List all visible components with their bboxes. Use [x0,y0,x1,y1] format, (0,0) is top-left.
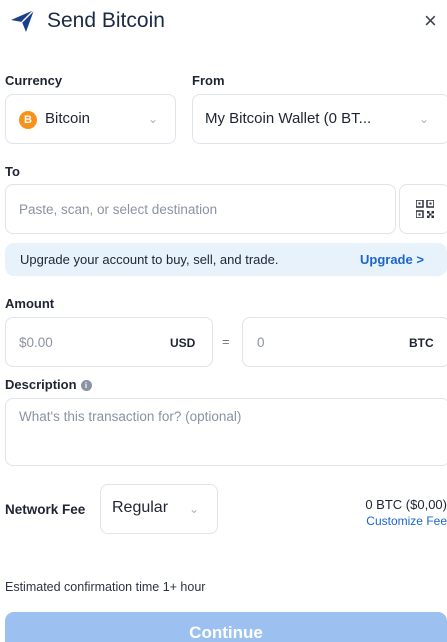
continue-label: Continue [189,623,263,642]
close-icon[interactable]: × [424,9,437,33]
description-placeholder: What's this transaction for? (optional) [19,409,242,424]
btc-amount-input[interactable]: 0 BTC [242,317,447,367]
usd-placeholder: $0.00 [19,335,53,350]
confirmation-estimate: Estimated confirmation time 1+ hour [5,580,206,594]
from-wallet-value: My Bitcoin Wallet (0 BT... [205,110,372,127]
qr-scan-button[interactable] [399,184,447,234]
usd-unit: USD [170,336,196,350]
continue-button[interactable]: Continue [5,612,447,642]
amount-label: Amount [5,296,55,311]
from-label: From [192,73,225,88]
modal-header: Send Bitcoin × [0,0,447,44]
paper-plane-icon [11,9,35,32]
chevron-down-icon: ⌄ [148,112,159,126]
upgrade-link[interactable]: Upgrade > [360,252,424,267]
network-fee-select[interactable]: Regular ⌄ [100,484,218,534]
destination-input[interactable]: Paste, scan, or select destination [5,184,396,234]
usd-amount-input[interactable]: $0.00 USD [5,317,213,367]
bitcoin-icon: B [19,111,37,129]
chevron-down-icon: ⌄ [189,502,200,516]
network-fee-value: Regular [112,499,169,516]
upgrade-banner: Upgrade your account to buy, sell, and t… [5,243,447,276]
from-wallet-select[interactable]: My Bitcoin Wallet (0 BT... ⌄ [192,94,447,144]
btc-placeholder: 0 [257,335,265,350]
currency-value: Bitcoin [45,110,91,127]
description-textarea[interactable]: What's this transaction for? (optional) [5,398,447,466]
upgrade-message: Upgrade your account to buy, sell, and t… [20,252,279,267]
chevron-down-icon: ⌄ [419,112,430,126]
customize-fee-link[interactable]: Customize Fee [366,514,447,528]
currency-label: Currency [5,73,63,88]
qr-code-icon [416,200,434,218]
page-title: Send Bitcoin [47,9,165,32]
destination-placeholder: Paste, scan, or select destination [19,202,218,217]
description-label-text: Description [5,377,77,392]
to-label: To [5,164,20,179]
btc-unit: BTC [409,336,434,350]
fee-amount: 0 BTC ($0,00) [365,497,447,512]
info-icon[interactable]: i [80,380,92,391]
network-fee-label: Network Fee [5,502,86,517]
currency-select[interactable]: B Bitcoin ⌄ [5,94,176,144]
equals-sign: = [222,334,230,349]
description-label: Description i [5,377,92,392]
